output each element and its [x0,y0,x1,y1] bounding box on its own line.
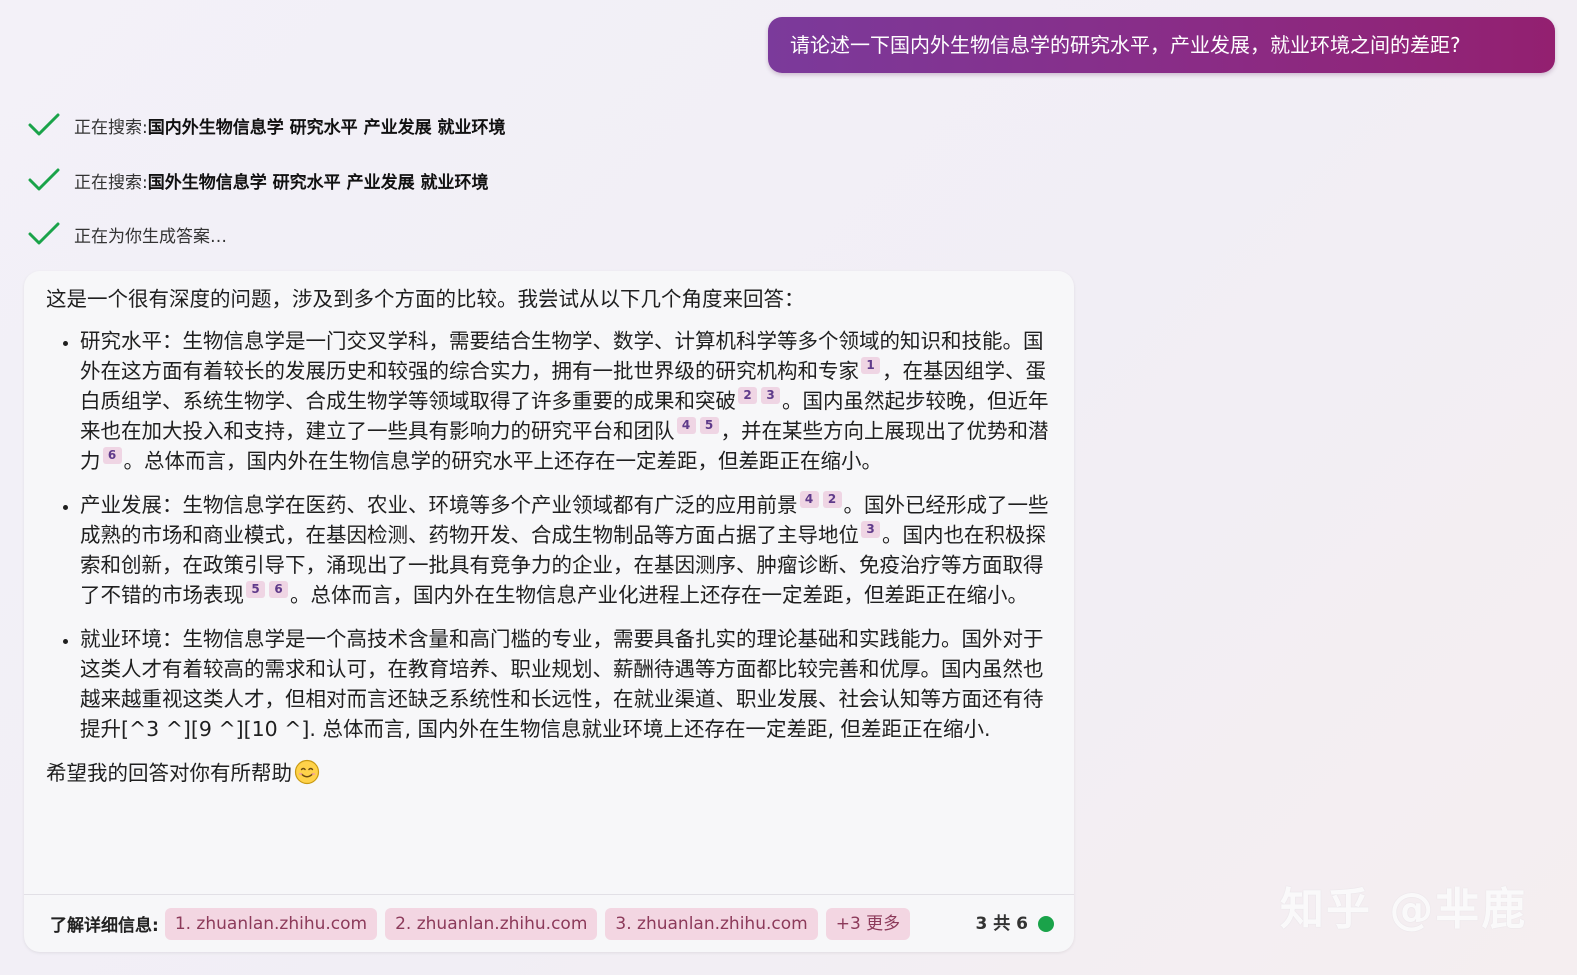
check-icon [28,222,60,245]
list-item-research: 研究水平：生物信息学是一门交叉学科，需要结合生物学、数学、计算机科学等多个领域的… [80,326,1052,476]
source-link-1[interactable]: 1. zhuanlan.zhihu.com [164,907,378,940]
answer-list: 研究水平：生物信息学是一门交叉学科，需要结合生物学、数学、计算机科学等多个领域的… [46,326,1052,744]
smiling-face-icon [294,759,320,785]
citation-badge[interactable]: 5 [699,417,719,434]
citation-badge[interactable]: 6 [269,581,288,598]
source-link-2[interactable]: 2. zhuanlan.zhihu.com [385,907,598,940]
step-prefix: 正在搜索: [74,117,148,138]
citation-badge[interactable]: 6 [102,447,122,464]
citation-badge[interactable]: 5 [246,581,265,598]
citation-badge[interactable]: 3 [861,521,880,538]
answer-intro: 这是一个很有深度的问题，涉及到多个方面的比较。我尝试从以下几个角度来回答： [46,287,805,311]
step-query: 国内外生物信息学 研究水平 产业发展 就业环境 [147,117,506,138]
closing-text: 希望我的回答对你有所帮助 [46,761,292,785]
answer-text: 就业环境：生物信息学是一个高技术含量和高门槛的专业，需要具备扎实的理论基础和实践… [80,627,1044,741]
generate-step: 正在为你生成答案… [28,219,227,249]
answer-text: 。总体而言，国内外在生物信息学的研究水平上还存在一定差距，但差距正在缩小。 [123,449,883,473]
list-item-employment: 就业环境：生物信息学是一个高技术含量和高门槛的专业，需要具备扎实的理论基础和实践… [80,624,1052,744]
search-step-1: 正在搜索: 国内外生物信息学 研究水平 产业发展 就业环境 [28,110,506,140]
answer-text: 。总体而言，国内外在生物信息产业化进程上还存在一定差距，但差距正在缩小。 [290,583,1028,607]
citation-badge[interactable]: 4 [676,417,696,434]
answer-closing: 希望我的回答对你有所帮助 [46,758,1052,788]
list-item-industry: 产业发展：生物信息学在医药、农业、环境等多个产业领域都有广泛的应用前景42。国外… [80,490,1052,610]
answer-body: 这是一个很有深度的问题，涉及到多个方面的比较。我尝试从以下几个角度来回答： 研究… [24,271,1074,788]
learn-more-label: 了解详细信息: [50,916,159,936]
user-message-bubble: 请论述一下国内外生物信息学的研究水平，产业发展，就业环境之间的差距? [768,17,1555,73]
answer-card: 这是一个很有深度的问题，涉及到多个方面的比较。我尝试从以下几个角度来回答： 研究… [24,271,1074,952]
more-sources-button[interactable]: +3 更多 [825,907,911,940]
step-query: 国外生物信息学 研究水平 产业发展 就业环境 [147,172,489,193]
check-icon [28,113,60,136]
step-prefix: 正在搜索: [74,172,148,193]
source-link-3[interactable]: 3. zhuanlan.zhihu.com [605,907,818,940]
check-icon [28,168,60,191]
citation-badge[interactable]: 2 [738,387,757,404]
watermark: 知乎 @芈鹿 [1280,884,1528,935]
status-dot [1038,916,1054,932]
citation-badge[interactable]: 3 [761,387,780,404]
citation-badge[interactable]: 1 [861,357,880,374]
step-prefix: 正在为你生成答案… [74,226,227,247]
citation-badge[interactable]: 4 [799,491,819,508]
citation-badge[interactable]: 2 [822,491,842,508]
sources-footer: 了解详细信息: 1. zhuanlan.zhihu.com 2. zhuanla… [24,894,1074,952]
search-step-2: 正在搜索: 国外生物信息学 研究水平 产业发展 就业环境 [28,165,489,195]
turn-counter: 3 共 6 [975,914,1029,934]
answer-text: 产业发展：生物信息学在医药、农业、环境等多个产业领域都有广泛的应用前景 [80,493,798,517]
